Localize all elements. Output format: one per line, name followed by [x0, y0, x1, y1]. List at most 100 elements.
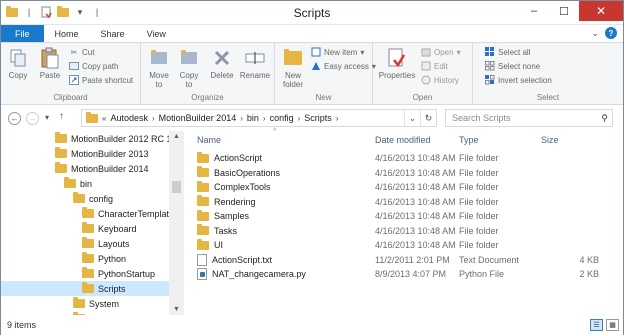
tree-item-label: config: [89, 193, 114, 204]
maximize-button[interactable]: ☐: [549, 1, 579, 21]
folder-icon: [82, 207, 94, 218]
file-row[interactable]: Samples 4/16/2013 10:48 AM File folder: [185, 209, 623, 223]
tree-item[interactable]: Scripts: [1, 281, 169, 296]
tree-item[interactable]: Keyboard: [1, 221, 169, 236]
chevron-right-icon[interactable]: ›: [336, 114, 339, 123]
address-bar[interactable]: « Autodesk › MotionBuilder 2014 › bin › …: [81, 109, 437, 127]
copy-to-button[interactable]: Copy to: [175, 47, 203, 89]
folder-icon: [82, 237, 94, 248]
up-arrow-icon[interactable]: ↑: [59, 111, 64, 122]
chevron-down-icon: ▾: [456, 47, 461, 57]
tree-item[interactable]: config: [1, 191, 169, 206]
tree-item-label: Scripts: [98, 283, 126, 294]
chevron-right-icon[interactable]: ›: [240, 114, 243, 123]
tree-item[interactable]: bin: [1, 176, 169, 191]
tree-item[interactable]: PythonStartup: [1, 266, 169, 281]
copy-path-button[interactable]: Copy path: [69, 61, 118, 71]
breadcrumb-motionbuilder-2014[interactable]: MotionBuilder 2014: [159, 113, 237, 123]
file-row[interactable]: BasicOperations 4/16/2013 10:48 AM File fo…: [185, 166, 623, 180]
file-row[interactable]: Tasks 4/16/2013 10:48 AM File folder: [185, 224, 623, 238]
file-type: File folder: [459, 153, 499, 163]
file-row[interactable]: ActionScript 4/16/2013 10:48 AM File folde…: [185, 151, 623, 165]
tree-item-label: MotionBuilder 2013: [71, 148, 149, 159]
search-box[interactable]: Search Scripts ⚲: [445, 109, 613, 127]
ribbon: Copy Paste ✂ Cut Copy path Paste shortcut…: [1, 43, 623, 105]
folder-icon: [73, 297, 85, 308]
history-button[interactable]: History: [421, 75, 459, 85]
invert-selection-button[interactable]: Invert selection: [485, 75, 552, 85]
scroll-down-icon[interactable]: ▼: [169, 306, 184, 313]
close-button[interactable]: ✕: [579, 1, 623, 21]
recent-locations-icon[interactable]: ▾: [45, 113, 49, 122]
tab-home[interactable]: Home: [44, 25, 90, 42]
navigation-scrollbar[interactable]: ▲ ▼: [169, 131, 184, 315]
file-row[interactable]: UI 4/16/2013 10:48 AM File folder: [185, 238, 623, 252]
folder-icon: [197, 224, 209, 235]
select-none-button[interactable]: Select none: [485, 61, 540, 71]
tree-item[interactable]: System: [1, 296, 169, 311]
folder-icon: [82, 252, 94, 263]
breadcrumb-bin[interactable]: bin: [247, 113, 259, 123]
python-file-icon: [197, 268, 207, 280]
move-to-icon: [148, 47, 170, 69]
chevron-right-icon[interactable]: ›: [263, 114, 266, 123]
easy-access-button[interactable]: Easy access ▾: [311, 61, 376, 71]
expand-ribbon-icon[interactable]: ⌄: [591, 28, 599, 39]
open-button[interactable]: Open ▾: [421, 47, 461, 57]
file-row[interactable]: ComplexTools 4/16/2013 10:48 AM File folde…: [185, 180, 623, 194]
rename-button[interactable]: Rename: [239, 47, 271, 80]
tab-view[interactable]: View: [136, 25, 177, 42]
paste-button[interactable]: Paste: [35, 47, 65, 80]
chevron-right-icon[interactable]: ›: [298, 114, 301, 123]
column-header-type[interactable]: Type: [459, 131, 479, 149]
tree-item[interactable]: MotionBuilder 2013: [1, 146, 169, 161]
tab-file[interactable]: File: [1, 25, 44, 42]
new-item-button[interactable]: New item ▾: [311, 47, 364, 57]
new-folder-button[interactable]: New folder: [279, 47, 307, 89]
column-header-date[interactable]: Date modified: [375, 131, 431, 149]
copy-button[interactable]: Copy: [5, 47, 31, 80]
address-overflow[interactable]: «: [102, 114, 106, 123]
breadcrumb-scripts[interactable]: Scripts: [304, 113, 332, 123]
view-switcher: ☰ ▦: [590, 319, 619, 331]
help-icon[interactable]: ?: [605, 27, 617, 39]
tree-item[interactable]: MotionBuilder 2014: [1, 161, 169, 176]
file-name: ComplexTools: [214, 182, 271, 192]
scrollbar-thumb[interactable]: [172, 181, 181, 193]
tab-share[interactable]: Share: [90, 25, 136, 42]
select-all-icon: [485, 47, 495, 57]
tree-item[interactable]: MotionBuilder 2012 RC 1 (6: [1, 131, 182, 146]
file-row[interactable]: NAT_changecamera.py 8/9/2013 4:07 PM Pytho…: [185, 267, 623, 281]
delete-button[interactable]: Delete: [207, 47, 237, 80]
details-view-icon[interactable]: ☰: [590, 319, 603, 331]
window-controls: – ☐ ✕: [519, 1, 623, 21]
back-button[interactable]: ←: [8, 112, 21, 125]
chevron-right-icon[interactable]: ›: [152, 114, 155, 123]
breadcrumb-autodesk[interactable]: Autodesk: [110, 113, 148, 123]
scissors-icon: ✂: [70, 47, 78, 57]
cut-button[interactable]: ✂ Cut: [69, 47, 95, 57]
breadcrumb-config[interactable]: config: [270, 113, 294, 123]
move-to-button[interactable]: Move to: [145, 47, 173, 89]
file-name: UI: [214, 240, 223, 250]
folder-icon: [55, 132, 67, 143]
column-header-size[interactable]: Size: [541, 131, 559, 149]
file-row[interactable]: ActionScript.txt 11/2/2011 2:01 PM Text Do…: [185, 253, 623, 267]
scroll-up-icon[interactable]: ▲: [169, 133, 184, 140]
folder-icon: [197, 238, 209, 250]
search-icon[interactable]: ⚲: [601, 113, 608, 124]
tree-item[interactable]: CharacterTemplate: [1, 206, 174, 221]
file-row[interactable]: Rendering 4/16/2013 10:48 AM File folder: [185, 195, 623, 209]
address-dropdown-icon[interactable]: ⌄: [404, 110, 420, 126]
minimize-button[interactable]: –: [519, 1, 549, 21]
edit-button[interactable]: Edit: [421, 61, 448, 71]
tree-item[interactable]: Python: [1, 251, 169, 266]
refresh-icon[interactable]: ↻: [420, 110, 436, 126]
properties-button[interactable]: Properties: [377, 47, 417, 80]
select-all-button[interactable]: Select all: [485, 47, 530, 57]
paste-shortcut-button[interactable]: Paste shortcut: [69, 75, 133, 85]
forward-button[interactable]: →: [26, 112, 39, 125]
column-header-name[interactable]: Name: [197, 131, 221, 149]
large-icons-view-icon[interactable]: ▦: [606, 319, 619, 331]
tree-item[interactable]: Layouts: [1, 236, 169, 251]
